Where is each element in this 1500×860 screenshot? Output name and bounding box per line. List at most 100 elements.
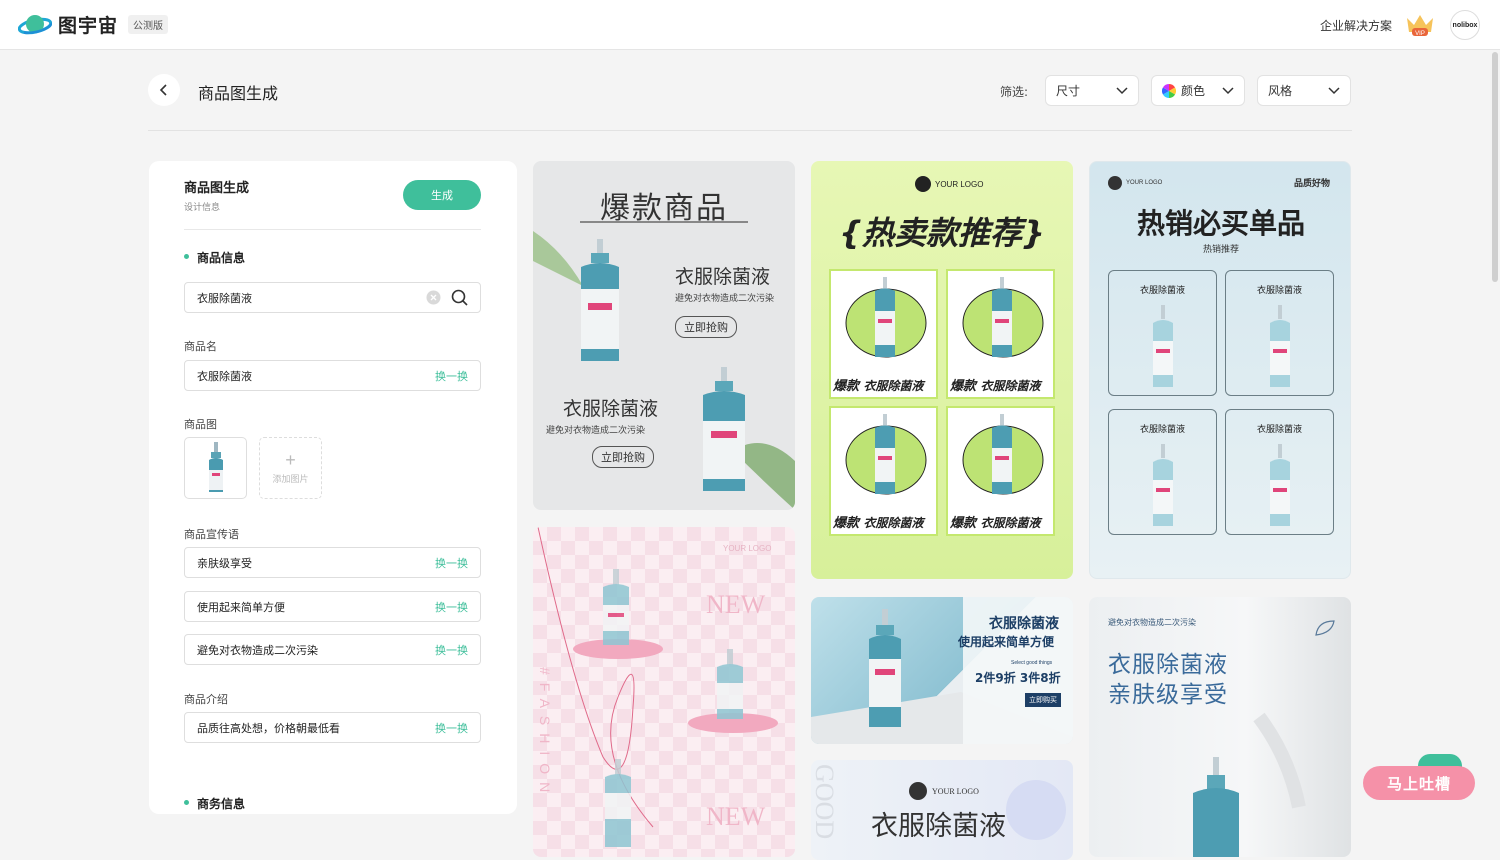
slogan-field-2[interactable]: 使用起来简单方便 换一换 bbox=[184, 591, 481, 622]
chevron-down-icon bbox=[1328, 86, 1340, 94]
product-name-field[interactable]: 衣服除菌液 换一换 bbox=[184, 360, 481, 391]
card4-tile-name: 衣服除菌液 bbox=[1256, 425, 1302, 435]
card1-cta-top: 立即抢购 bbox=[675, 316, 737, 338]
clear-icon[interactable] bbox=[426, 290, 441, 305]
intro-field[interactable]: 品质往高处想，价格朝最低看 换一换 bbox=[184, 712, 481, 743]
slogan-label: 商品宣传语 bbox=[184, 528, 239, 541]
slogan-value: 亲肤级享受 bbox=[197, 556, 252, 570]
filter-label: 筛选: bbox=[1000, 85, 1029, 99]
avatar[interactable]: nolibox bbox=[1450, 10, 1480, 40]
card4-logo-text: YOUR LOGO bbox=[1126, 180, 1163, 186]
card4-sub: 热销推荐 bbox=[1202, 245, 1239, 255]
swap-intro-button[interactable]: 换一换 bbox=[435, 720, 468, 736]
card3-tile-caption: 爆款 衣服除菌液 bbox=[833, 375, 924, 394]
feedback-button[interactable]: 马上吐槽 bbox=[1363, 766, 1475, 800]
product-name-label: 商品名 bbox=[184, 340, 217, 353]
design-card-6[interactable]: GOOD YOUR LOGO 衣服除菌液 bbox=[811, 760, 1073, 860]
header-divider bbox=[148, 130, 1352, 131]
card3-tile-art bbox=[845, 277, 927, 358]
generate-button[interactable]: 生成 bbox=[403, 180, 481, 210]
card3-tag: 爆款 bbox=[833, 379, 860, 394]
intro-value: 品质往高处想，价格朝最低看 bbox=[197, 721, 340, 735]
size-filter-select[interactable]: 尺寸 bbox=[1045, 75, 1139, 106]
card3-tile: 爆款 衣服除菌液 bbox=[829, 269, 938, 399]
card4-bottle bbox=[1270, 305, 1290, 387]
card5-small: Select good things bbox=[1011, 660, 1053, 666]
card3-tile-caption: 爆款 衣服除菌液 bbox=[950, 512, 1041, 531]
card4-logo-mark-icon bbox=[1108, 176, 1122, 190]
card2-side-text: #FASHION bbox=[537, 667, 553, 801]
card6-name: 衣服除菌液 bbox=[871, 811, 1006, 842]
vip-crown-icon: VIP bbox=[1407, 15, 1433, 37]
slogan-value: 使用起来简单方便 bbox=[197, 600, 285, 614]
business-info-heading: 商务信息 bbox=[184, 795, 245, 812]
card2-logo: YOUR LOGO bbox=[723, 544, 772, 553]
top-bar: 图宇宙 公测版 企业解决方案 VIP nolibox bbox=[0, 0, 1500, 50]
search-icon[interactable] bbox=[451, 289, 468, 306]
plus-icon: + bbox=[285, 449, 296, 470]
design-card-3[interactable]: YOUR LOGO {热卖款推荐} 爆款 衣服除菌液 爆款 衣服除菌液 爆款 衣… bbox=[811, 161, 1073, 579]
swap-name-button[interactable]: 换一换 bbox=[435, 368, 468, 384]
slogan-field-3[interactable]: 避免对衣物造成二次污染 换一换 bbox=[184, 634, 481, 665]
card1-name-top: 衣服除菌液 bbox=[675, 266, 771, 288]
product-search-input[interactable]: 衣服除菌液 bbox=[184, 282, 481, 313]
page-title: 商品图生成 bbox=[198, 84, 279, 103]
brand-logo[interactable]: 图宇宙 公测版 bbox=[18, 11, 169, 38]
card4-tile: 衣服除菌液 bbox=[1108, 270, 1217, 396]
card4-bottle bbox=[1153, 305, 1173, 387]
card3-tile: 爆款 衣服除菌液 bbox=[829, 406, 938, 536]
beta-badge: 公测版 bbox=[128, 15, 169, 34]
card1-desc-bottom: 避免对衣物造成二次污染 bbox=[546, 426, 646, 436]
card3-tile-art bbox=[845, 414, 927, 495]
brand-name: 图宇宙 bbox=[58, 15, 119, 37]
swap-slogan-button[interactable]: 换一换 bbox=[435, 642, 468, 658]
enterprise-solutions-link[interactable]: 企业解决方案 bbox=[1320, 17, 1392, 34]
color-filter-select[interactable]: 颜色 bbox=[1151, 75, 1245, 106]
card5-cta: 立即购买 bbox=[1025, 693, 1061, 707]
design-card-4[interactable]: YOUR LOGO 品质好物 热销必买单品 热销推荐 衣服除菌液 衣服除菌液 衣… bbox=[1089, 161, 1351, 579]
card3-tile-caption: 爆款 衣服除菌液 bbox=[833, 512, 924, 531]
card5-name: 衣服除菌液 bbox=[989, 616, 1059, 632]
card6-logo: YOUR LOGO bbox=[909, 782, 979, 800]
card2-new-bottom: NEW bbox=[706, 802, 766, 831]
style-filter-select[interactable]: 风格 bbox=[1257, 75, 1351, 106]
planet-logo-icon bbox=[18, 14, 52, 34]
intro-label: 商品介绍 bbox=[184, 693, 228, 706]
add-image-button[interactable]: + 添加图片 bbox=[259, 437, 322, 499]
design-card-7[interactable]: 避免对衣物造成二次污染 衣服除菌液 亲肤级享受 bbox=[1089, 597, 1351, 857]
color-wheel-icon bbox=[1162, 83, 1176, 98]
card6-side: GOOD bbox=[811, 764, 839, 840]
chevron-left-icon bbox=[159, 84, 167, 96]
card7-art bbox=[1193, 712, 1306, 857]
panel-divider bbox=[184, 229, 481, 230]
card3-tile: 爆款 衣服除菌液 bbox=[946, 269, 1055, 399]
design-info-panel: 商品图生成 设计信息 生成 商品信息 衣服除菌液 商品名 衣服除菌液 换一换 商… bbox=[149, 161, 517, 814]
swap-slogan-button[interactable]: 换一换 bbox=[435, 555, 468, 571]
card4-tile-name: 衣服除菌液 bbox=[1139, 286, 1185, 296]
card4-tile-name: 衣服除菌液 bbox=[1256, 286, 1302, 296]
card4-tile: 衣服除菌液 bbox=[1108, 409, 1217, 535]
product-search-value: 衣服除菌液 bbox=[197, 291, 252, 305]
slogan-field-1[interactable]: 亲肤级享受 换一换 bbox=[184, 547, 481, 578]
add-image-label: 添加图片 bbox=[272, 474, 309, 485]
bottle-graphic bbox=[581, 239, 619, 361]
card4-tile: 衣服除菌液 bbox=[1225, 270, 1334, 396]
vip-text: VIP bbox=[1415, 31, 1425, 37]
card4-bottle bbox=[1270, 444, 1290, 526]
product-info-heading: 商品信息 bbox=[184, 249, 245, 266]
back-button[interactable] bbox=[148, 74, 180, 106]
page-scrollbar[interactable] bbox=[1492, 52, 1498, 282]
swap-slogan-button[interactable]: 换一换 bbox=[435, 599, 468, 615]
card1-rule bbox=[580, 221, 748, 223]
product-name-value: 衣服除菌液 bbox=[197, 369, 252, 383]
product-image-thumbnail[interactable] bbox=[184, 437, 247, 499]
product-image-label: 商品图 bbox=[184, 418, 217, 431]
panel-title: 商品图生成 bbox=[184, 181, 250, 196]
design-card-2[interactable]: YOUR LOGO NEW NEW #FASHION bbox=[533, 527, 795, 857]
design-card-1[interactable]: 爆款商品 衣服除菌液 避免对衣物造成二次污染 立即抢购 衣服除菌液 避免对衣物造… bbox=[533, 161, 795, 510]
design-card-5[interactable]: 衣服除菌液 使用起来简单方便 Select good things 2件9折 3… bbox=[811, 597, 1073, 744]
card3-name: 衣服除菌液 bbox=[980, 516, 1041, 530]
vip-badge[interactable]: VIP bbox=[1405, 12, 1435, 43]
card3-logo-text: YOUR LOGO bbox=[935, 179, 984, 189]
size-filter-label: 尺寸 bbox=[1056, 84, 1081, 98]
